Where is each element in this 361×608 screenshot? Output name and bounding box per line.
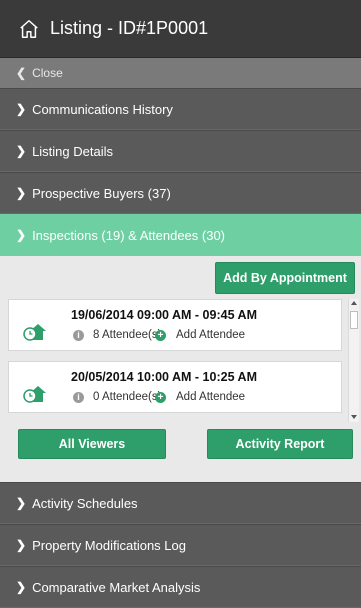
close-button[interactable]: ❮ Close xyxy=(0,58,361,88)
home-outline-icon[interactable] xyxy=(18,18,40,40)
add-by-appointment-button[interactable]: Add By Appointment xyxy=(215,262,355,294)
listing-header: Listing - ID#1P0001 xyxy=(0,0,361,58)
section-property-modifications-log[interactable]: ❯ Property Modifications Log xyxy=(0,524,361,566)
chevron-right-icon: ❯ xyxy=(16,102,27,116)
inspection-list-scrollbar[interactable] xyxy=(348,299,359,422)
activity-report-button[interactable]: Activity Report xyxy=(207,429,353,459)
close-label: Close xyxy=(32,66,63,80)
chevron-right-icon: ❯ xyxy=(16,496,27,510)
all-viewers-button[interactable]: All Viewers xyxy=(18,429,166,459)
chevron-right-icon: ❯ xyxy=(16,186,27,200)
attendee-count[interactable]: 8 Attendee(s) xyxy=(93,329,161,341)
chevron-right-icon: ❯ xyxy=(16,144,27,158)
scroll-down-arrow-icon[interactable] xyxy=(351,415,357,419)
scroll-thumb[interactable] xyxy=(350,311,358,329)
inspection-datetime: 20/05/2014 10:00 AM - 10:25 AM xyxy=(71,370,257,384)
add-attendee-link[interactable]: Add Attendee xyxy=(176,329,245,341)
section-activity-schedules[interactable]: ❯ Activity Schedules xyxy=(0,482,361,524)
info-icon: i xyxy=(73,330,84,341)
inspections-panel: Add By Appointment 19/06/2014 09:00 AM -… xyxy=(0,256,361,482)
scroll-up-arrow-icon[interactable] xyxy=(351,301,357,305)
section-label: Property Modifications Log xyxy=(32,537,186,553)
section-label: Comparative Market Analysis xyxy=(32,579,201,595)
section-inspections[interactable]: ❯ Inspections (19) & Attendees (30) xyxy=(0,214,361,256)
section-communications-history[interactable]: ❯ Communications History xyxy=(0,88,361,130)
inspection-house-clock-icon xyxy=(23,324,46,341)
add-attendee-link[interactable]: Add Attendee xyxy=(176,391,245,403)
section-label: Communications History xyxy=(32,101,173,117)
section-label: Listing Details xyxy=(32,143,113,159)
add-circle-icon[interactable]: + xyxy=(155,392,166,403)
info-icon: i xyxy=(73,392,84,403)
attendee-count[interactable]: 0 Attendee(s) xyxy=(93,391,161,403)
inspection-item[interactable]: 19/06/2014 09:00 AM - 09:45 AM i 8 Atten… xyxy=(8,299,342,351)
chevron-right-icon: ❯ xyxy=(16,538,27,552)
section-label: Inspections (19) & Attendees (30) xyxy=(32,227,226,243)
inspection-datetime: 19/06/2014 09:00 AM - 09:45 AM xyxy=(71,308,257,322)
page-title: Listing - ID#1P0001 xyxy=(50,18,209,38)
section-label: Activity Schedules xyxy=(32,495,138,511)
chevron-down-icon: ❯ xyxy=(16,228,27,242)
add-circle-icon[interactable]: + xyxy=(155,330,166,341)
chevron-right-icon: ❯ xyxy=(16,580,27,594)
section-comparative-market-analysis[interactable]: ❯ Comparative Market Analysis xyxy=(0,566,361,608)
inspection-item[interactable]: 20/05/2014 10:00 AM - 10:25 AM i 0 Atten… xyxy=(8,361,342,413)
inspection-house-clock-icon xyxy=(23,386,46,403)
section-listing-details[interactable]: ❯ Listing Details xyxy=(0,130,361,172)
section-prospective-buyers[interactable]: ❯ Prospective Buyers (37) xyxy=(0,172,361,214)
inspection-list: 19/06/2014 09:00 AM - 09:45 AM i 8 Atten… xyxy=(8,299,348,422)
section-label: Prospective Buyers (37) xyxy=(32,185,171,201)
chevron-left-icon: ❮ xyxy=(16,66,27,80)
